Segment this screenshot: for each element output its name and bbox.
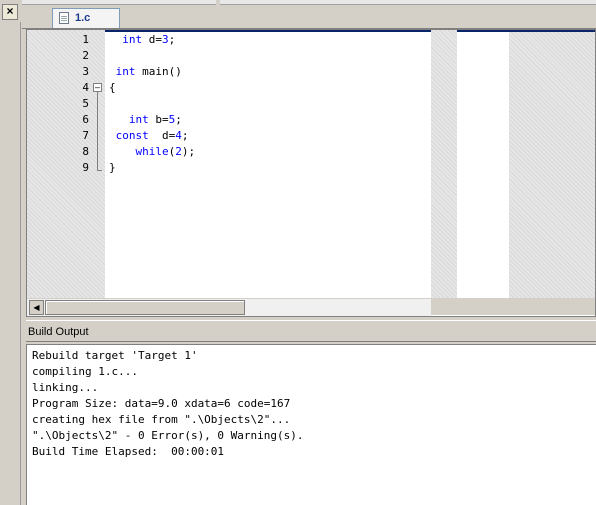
- panel-divider: [20, 22, 21, 505]
- code-token: {: [109, 81, 116, 94]
- tab-label: 1.c: [75, 12, 91, 24]
- output-line: compiling 1.c...: [32, 365, 138, 378]
- code-token: main(): [142, 65, 182, 78]
- code-token: while: [109, 145, 169, 158]
- line-number: 4: [82, 81, 89, 94]
- code-token: );: [181, 145, 196, 158]
- code-token: d=: [155, 129, 176, 142]
- code-token: 2: [175, 145, 182, 158]
- code-line: {: [109, 80, 116, 96]
- code-token: d=: [148, 33, 162, 46]
- code-token: }: [109, 161, 116, 174]
- fold-end-marker: [97, 170, 102, 171]
- code-token: int: [109, 113, 156, 126]
- code-line: int d=3;: [109, 32, 175, 48]
- line-number: 9: [82, 161, 89, 174]
- code-line: }: [109, 160, 116, 176]
- output-line: Program Size: data=9.0 xdata=6 code=167: [32, 397, 291, 410]
- code-line: while(2);: [109, 144, 195, 160]
- fold-guide-line: [97, 92, 98, 170]
- output-line: creating hex file from ".\Objects\2"...: [32, 413, 291, 426]
- code-token: int: [109, 65, 143, 78]
- code-token: ;: [168, 33, 176, 46]
- code-line: int b=5;: [109, 112, 182, 128]
- c-file-icon: [59, 12, 69, 24]
- scroll-left-arrow-icon[interactable]: ◀: [29, 300, 44, 315]
- code-line: int main(): [109, 64, 182, 80]
- editor-tab-bar: 1.c: [22, 6, 596, 29]
- code-token: b=: [155, 113, 169, 126]
- output-line: linking...: [32, 381, 99, 394]
- build-output-title: Build Output: [28, 326, 89, 338]
- horizontal-scrollbar[interactable]: ◀: [27, 298, 431, 316]
- project-panel: ×: [0, 0, 22, 505]
- code-line: const d=4;: [109, 128, 189, 144]
- line-number: 2: [82, 49, 89, 62]
- output-line: ".\Objects\2" - 0 Error(s), 0 Warning(s)…: [32, 429, 304, 442]
- build-output-header: Build Output: [26, 320, 596, 342]
- code-token: const: [109, 129, 156, 142]
- close-panel-button[interactable]: ×: [2, 4, 18, 20]
- code-editor[interactable]: 123456789 int d=3; int main(){ int b=5; …: [26, 29, 596, 317]
- build-output-panel[interactable]: Rebuild target 'Target 1' compiling 1.c..…: [26, 344, 596, 505]
- code-token: ;: [175, 113, 182, 126]
- line-number: 7: [82, 129, 89, 142]
- code-token: 4: [175, 129, 182, 142]
- code-token: ;: [181, 129, 189, 142]
- line-number: 1: [82, 33, 89, 46]
- line-number: 6: [82, 113, 89, 126]
- code-token: 3: [162, 33, 169, 46]
- line-number: 5: [82, 97, 89, 110]
- output-line: Build Time Elapsed: 00:00:01: [32, 445, 225, 458]
- scrollbar-thumb[interactable]: [45, 300, 245, 315]
- output-line: Rebuild target 'Target 1': [32, 349, 198, 362]
- code-token: int: [109, 33, 149, 46]
- line-number: 3: [82, 65, 89, 78]
- line-number: 8: [82, 145, 89, 158]
- tab-1c[interactable]: 1.c: [52, 8, 120, 28]
- fold-collapse-icon[interactable]: –: [93, 83, 102, 92]
